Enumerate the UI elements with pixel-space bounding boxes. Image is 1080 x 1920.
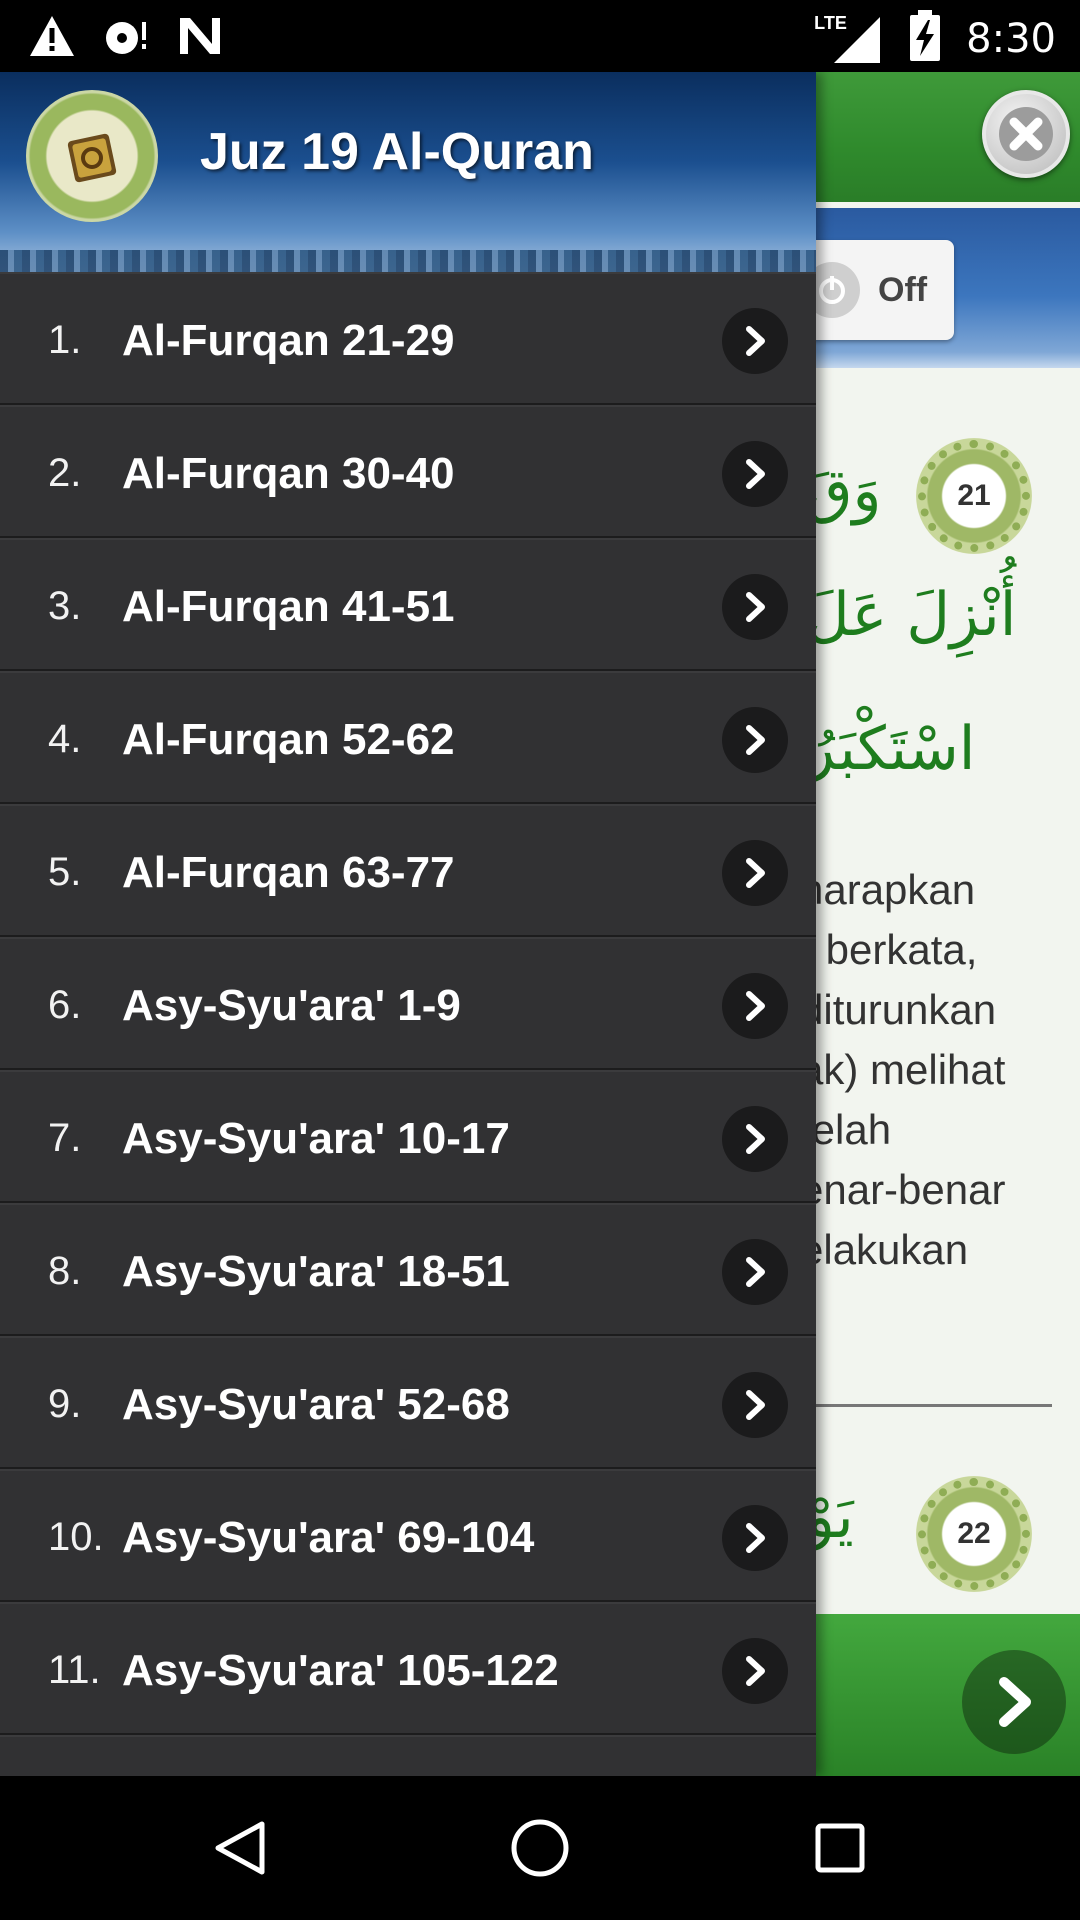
juz-section-list: 1. Al-Furqan 21-29 2. Al-Furqan 30-40 3.… bbox=[0, 272, 816, 1776]
translation-line: ) berkata, bbox=[800, 926, 978, 973]
translation-line: diturunkan bbox=[800, 986, 997, 1033]
home-circle-icon bbox=[511, 1819, 569, 1877]
translation-line: enar-benar bbox=[800, 1166, 1006, 1213]
status-bar: LTE 8:30 bbox=[0, 0, 1080, 72]
battery-charging-icon bbox=[908, 10, 942, 67]
chevron-right-icon bbox=[722, 441, 788, 507]
item-number: 1. bbox=[48, 318, 82, 362]
chevron-right-icon bbox=[722, 1372, 788, 1438]
list-item[interactable]: 11. Asy-Syu'ara' 105-122 bbox=[0, 1602, 816, 1735]
list-item-partial[interactable] bbox=[0, 1735, 816, 1776]
item-label: Asy-Syu'ara' 105-122 bbox=[122, 1646, 559, 1695]
close-button[interactable] bbox=[982, 90, 1070, 178]
item-number: 2. bbox=[48, 451, 82, 495]
chevron-right-icon bbox=[722, 308, 788, 374]
verse-number: 21 bbox=[957, 479, 991, 512]
chevron-right-icon bbox=[722, 574, 788, 640]
list-item[interactable]: 5. Al-Furqan 63-77 bbox=[0, 804, 816, 937]
item-number: 10. bbox=[48, 1515, 104, 1559]
drawer-title: Juz 19 Al-Quran bbox=[200, 123, 594, 181]
chevron-right-icon bbox=[722, 1239, 788, 1305]
list-item[interactable]: 9. Asy-Syu'ara' 52-68 bbox=[0, 1336, 816, 1469]
arabic-line: وَقَ bbox=[806, 456, 882, 526]
verse-translation: harapkan ) berkata, diturunkan ak) melih… bbox=[800, 860, 1080, 1280]
next-button[interactable] bbox=[962, 1650, 1066, 1754]
navigation-drawer: Juz 19 Al-Quran 1. Al-Furqan 21-29 2. Al… bbox=[0, 72, 816, 1776]
n-icon bbox=[176, 14, 224, 63]
item-number: 11. bbox=[48, 1648, 101, 1692]
item-number: 9. bbox=[48, 1382, 82, 1426]
system-navigation-bar bbox=[0, 1776, 1080, 1920]
item-label: Asy-Syu'ara' 69-104 bbox=[122, 1513, 535, 1562]
item-label: Al-Furqan 21-29 bbox=[122, 316, 455, 365]
item-label: Al-Furqan 30-40 bbox=[122, 449, 455, 498]
item-number: 4. bbox=[48, 717, 82, 761]
translation-line: ak) melihat bbox=[800, 1046, 1006, 1093]
list-item[interactable]: 10. Asy-Syu'ara' 69-104 bbox=[0, 1469, 816, 1602]
item-number: 5. bbox=[48, 850, 82, 894]
chevron-right-icon bbox=[999, 1677, 1031, 1727]
recents-square-icon bbox=[815, 1823, 865, 1873]
item-label: Asy-Syu'ara' 52-68 bbox=[122, 1380, 510, 1429]
verse-number-badge: 22 bbox=[916, 1476, 1032, 1592]
translation-line: telah bbox=[800, 1106, 892, 1153]
item-number: 6. bbox=[48, 983, 82, 1027]
back-triangle-icon bbox=[215, 1821, 265, 1875]
item-label: Asy-Syu'ara' 10-17 bbox=[122, 1114, 510, 1163]
item-number: 8. bbox=[48, 1249, 82, 1293]
toggle-label: Off bbox=[878, 270, 928, 309]
back-button[interactable] bbox=[198, 1806, 282, 1890]
recents-button[interactable] bbox=[798, 1806, 882, 1890]
verse-number-badge: 21 bbox=[916, 438, 1032, 554]
item-number: 3. bbox=[48, 584, 82, 628]
verse-divider bbox=[800, 1404, 1052, 1407]
clock: 8:30 bbox=[966, 15, 1056, 62]
verse-number: 22 bbox=[957, 1517, 991, 1550]
item-label: Asy-Syu'ara' 18-51 bbox=[122, 1247, 510, 1296]
warning-icon bbox=[28, 14, 76, 63]
drawer-header: Juz 19 Al-Quran bbox=[0, 72, 816, 272]
list-item[interactable]: 8. Asy-Syu'ara' 18-51 bbox=[0, 1203, 816, 1336]
list-item[interactable]: 4. Al-Furqan 52-62 bbox=[0, 671, 816, 804]
close-icon bbox=[999, 107, 1053, 161]
item-label: Al-Furqan 63-77 bbox=[122, 848, 455, 897]
list-item[interactable]: 6. Asy-Syu'ara' 1-9 bbox=[0, 937, 816, 1070]
translation-line: harapkan bbox=[800, 866, 976, 913]
list-item[interactable]: 3. Al-Furqan 41-51 bbox=[0, 538, 816, 671]
chevron-right-icon bbox=[722, 1106, 788, 1172]
list-item[interactable]: 7. Asy-Syu'ara' 10-17 bbox=[0, 1070, 816, 1203]
list-item[interactable]: 2. Al-Furqan 30-40 bbox=[0, 405, 816, 538]
list-item[interactable]: 1. Al-Furqan 21-29 bbox=[0, 272, 816, 405]
translation-line: elakukan bbox=[800, 1226, 969, 1273]
lte-signal-icon: LTE bbox=[814, 13, 884, 65]
arabic-line: اسْتَكْبَرُ bbox=[806, 714, 976, 784]
item-label: Al-Furqan 41-51 bbox=[122, 582, 455, 631]
chevron-right-icon bbox=[722, 1638, 788, 1704]
chevron-right-icon bbox=[722, 707, 788, 773]
chevron-right-icon bbox=[722, 1505, 788, 1571]
network-type-label: LTE bbox=[814, 12, 847, 33]
sync-disc-icon bbox=[102, 14, 150, 63]
quran-logo-icon bbox=[26, 90, 158, 222]
item-label: Asy-Syu'ara' 1-9 bbox=[122, 981, 461, 1030]
arabic-line: أُنْزِلَ عَلَ bbox=[806, 580, 1017, 650]
item-number: 7. bbox=[48, 1116, 82, 1160]
chevron-right-icon bbox=[722, 840, 788, 906]
home-button[interactable] bbox=[498, 1806, 582, 1890]
chevron-right-icon bbox=[722, 973, 788, 1039]
item-label: Al-Furqan 52-62 bbox=[122, 715, 455, 764]
